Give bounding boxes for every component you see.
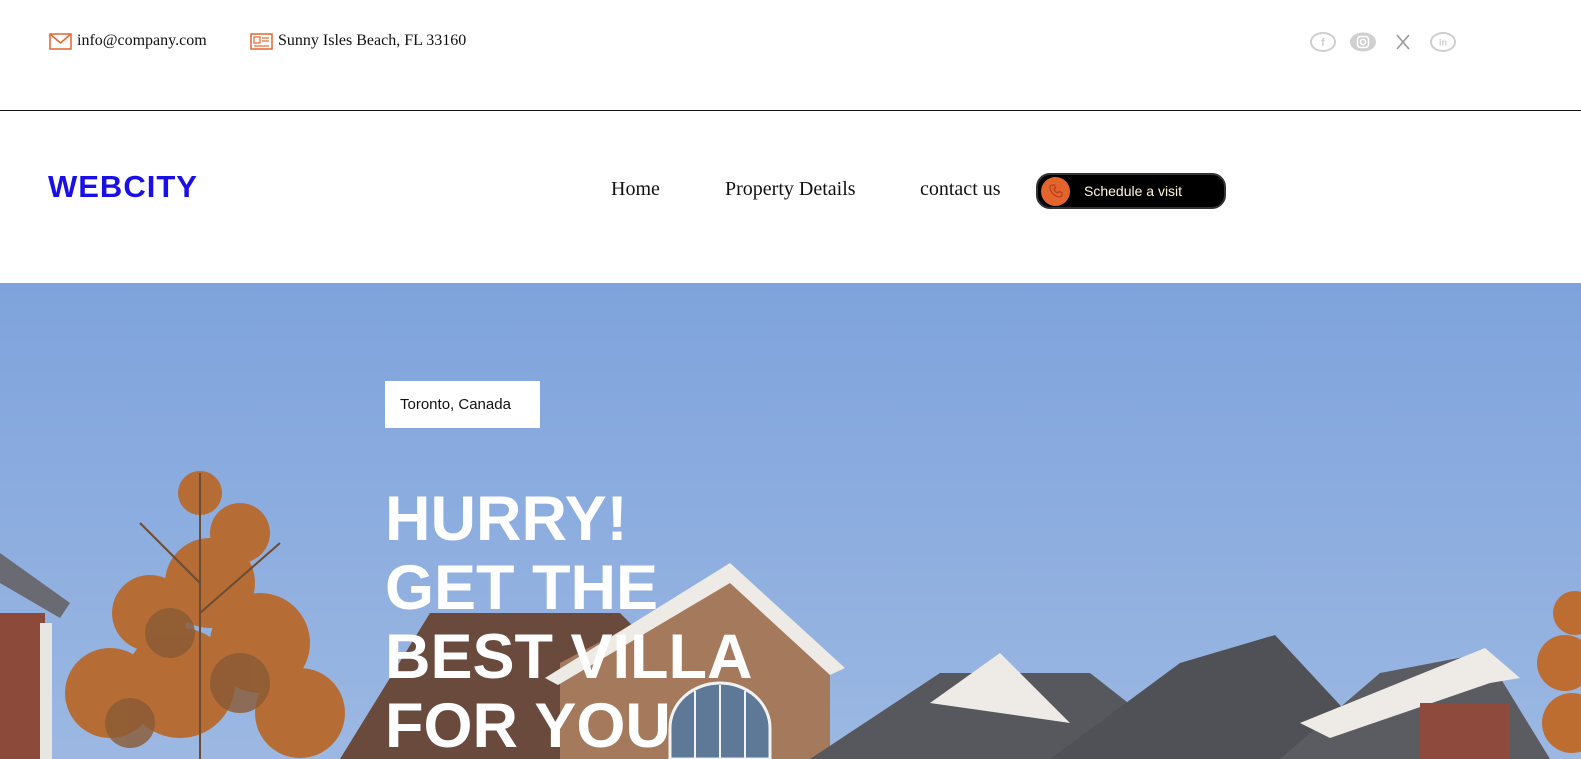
nav-home[interactable]: Home [611, 178, 660, 201]
facebook-icon[interactable]: f [1310, 31, 1336, 53]
hero-banner: Toronto, Canada HURRY! GET THE BEST VILL… [0, 283, 1581, 759]
contact-address: Sunny Isles Beach, FL 33160 [250, 32, 466, 50]
envelope-icon [49, 32, 72, 50]
headline-line-2: GET THE [385, 553, 659, 623]
headline-line-1: HURRY! [385, 484, 628, 554]
headline-line-4: FOR YOU [385, 691, 671, 759]
contact-email[interactable]: info@company.com [49, 32, 207, 50]
schedule-visit-button[interactable]: Schedule a visit [1036, 173, 1226, 209]
svg-text:f: f [1321, 37, 1325, 49]
location-card-icon [250, 32, 273, 50]
main-header: WEBCITY Home Property Details contact us… [0, 111, 1581, 283]
email-text: info@company.com [77, 32, 207, 49]
site-logo[interactable]: WEBCITY [48, 169, 198, 205]
nav-contact-us[interactable]: contact us [920, 178, 1001, 201]
svg-text:in: in [1439, 38, 1447, 48]
phone-icon [1041, 176, 1070, 206]
top-info-bar: info@company.com Sunny Isles Beach, FL 3… [0, 0, 1581, 111]
location-badge: Toronto, Canada [385, 381, 540, 428]
social-links: f in [1310, 31, 1456, 53]
hero-house-image [0, 471, 1581, 759]
x-icon[interactable] [1390, 31, 1416, 53]
instagram-icon[interactable] [1350, 31, 1376, 53]
address-text: Sunny Isles Beach, FL 33160 [278, 32, 467, 49]
headline-line-3: BEST VILLA [385, 622, 753, 692]
linkedin-icon[interactable]: in [1430, 31, 1456, 53]
nav-property-details[interactable]: Property Details [725, 178, 856, 201]
hero-headline: HURRY! GET THE BEST VILLA FOR YOU [385, 485, 753, 759]
schedule-visit-label: Schedule a visit [1084, 183, 1183, 199]
